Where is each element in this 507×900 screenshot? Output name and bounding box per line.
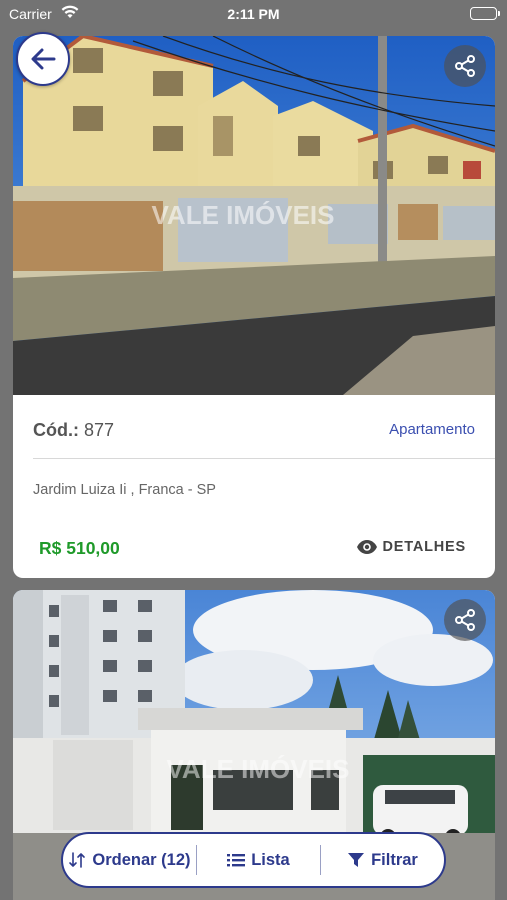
bottom-action-bar: Ordenar (12) Lista Filtrar bbox=[61, 832, 446, 888]
address: Jardim Luiza Ii , Franca - SP bbox=[33, 482, 216, 498]
clock: 2:11 PM bbox=[227, 6, 280, 22]
details-label: DETALHES bbox=[382, 539, 466, 555]
filter-button[interactable]: Filtrar bbox=[321, 834, 444, 886]
share-icon bbox=[455, 55, 475, 77]
sort-label: Ordenar (12) bbox=[92, 850, 191, 869]
divider bbox=[33, 458, 495, 459]
list-label: Lista bbox=[251, 850, 290, 869]
filter-label: Filtrar bbox=[371, 850, 418, 869]
watermark: VALE IMÓVEIS bbox=[167, 754, 350, 784]
details-button[interactable]: DETALHES bbox=[356, 539, 466, 555]
listing-info: Cód.: 877 Apartamento Jardim Luiza Ii , … bbox=[13, 395, 495, 578]
battery-icon bbox=[470, 7, 500, 20]
listing-card[interactable]: VALE IMÓVEIS Cód.: 877 Apartamento Jardi… bbox=[13, 36, 495, 578]
watermark: VALE IMÓVEIS bbox=[152, 200, 335, 230]
back-button[interactable] bbox=[16, 32, 70, 86]
code-value: 877 bbox=[84, 420, 115, 440]
filter-icon bbox=[348, 853, 365, 867]
sort-button[interactable]: Ordenar (12) bbox=[63, 834, 196, 886]
code-label: Cód.: bbox=[33, 420, 79, 440]
list-icon bbox=[227, 854, 246, 867]
back-arrow-icon bbox=[31, 48, 56, 70]
status-bar: Carrier 2:11 PM bbox=[0, 0, 507, 30]
share-button[interactable] bbox=[444, 45, 486, 87]
share-button[interactable] bbox=[444, 599, 486, 641]
listing-photo[interactable]: VALE IMÓVEIS bbox=[13, 36, 495, 395]
sort-icon bbox=[69, 852, 86, 868]
eye-icon bbox=[356, 540, 377, 554]
listing-code: Cód.: 877 bbox=[33, 420, 114, 441]
price: R$ 510,00 bbox=[39, 538, 120, 558]
list-view-button[interactable]: Lista bbox=[197, 834, 320, 886]
property-type-link[interactable]: Apartamento bbox=[389, 421, 475, 438]
share-icon bbox=[455, 609, 475, 631]
